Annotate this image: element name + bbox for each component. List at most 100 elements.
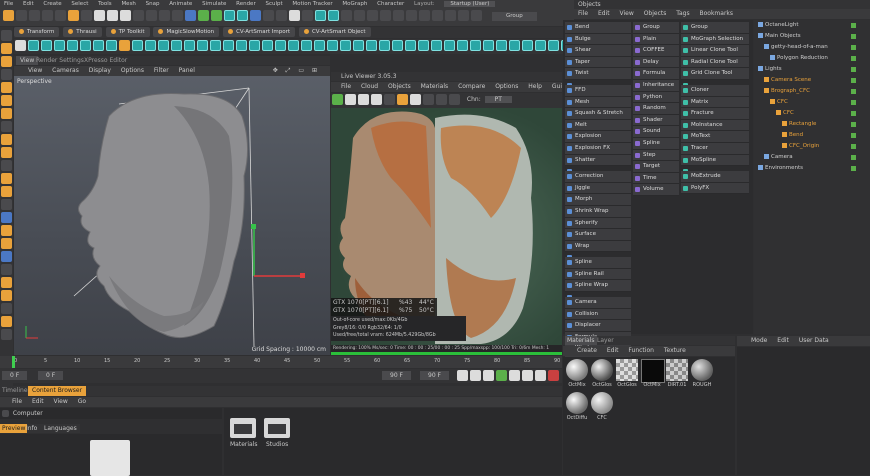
octane-tool-27-icon[interactable] <box>366 40 377 51</box>
make-editable-icon[interactable] <box>1 30 12 41</box>
live-select-icon[interactable] <box>29 10 40 21</box>
octane-tool-39-icon[interactable] <box>522 40 533 51</box>
octane-tool-23-icon[interactable] <box>314 40 325 51</box>
octane-tool-25-icon[interactable] <box>340 40 351 51</box>
viewport-menu-options[interactable]: Options <box>121 67 144 74</box>
deformer-collision[interactable]: Collision <box>565 308 631 321</box>
octane-tool-10-icon[interactable] <box>145 40 156 51</box>
deformer-shatter[interactable]: Shatter <box>565 154 631 167</box>
mograph-polyfx[interactable]: PolyFX <box>681 182 749 195</box>
octane-tool-29-icon[interactable] <box>392 40 403 51</box>
object-tree-item[interactable]: CFC <box>754 97 870 108</box>
tab-render-settings[interactable]: Render Settings <box>36 56 84 65</box>
effector-spline[interactable]: Spline <box>633 137 679 150</box>
effector-volume[interactable]: Volume <box>633 184 679 196</box>
menu-sculpt[interactable]: Sculpt <box>265 1 282 7</box>
frame-end-field[interactable]: 90 F <box>420 371 449 380</box>
smooth-icon[interactable] <box>1 238 12 249</box>
effector-delay[interactable]: Delay <box>633 56 679 69</box>
object-tree-item[interactable]: Brograph_CFC <box>754 86 870 97</box>
visibility-check-icon[interactable] <box>851 144 856 149</box>
octane-tool-8-icon[interactable] <box>119 40 130 51</box>
floor-icon[interactable] <box>263 10 274 21</box>
restart-render-icon[interactable] <box>345 94 356 105</box>
effector-group[interactable]: Group <box>633 22 679 34</box>
polygons-tool-icon[interactable] <box>1 108 12 119</box>
subdivision-icon[interactable] <box>211 10 222 21</box>
lv-menu-compare[interactable]: Compare <box>458 83 485 90</box>
object-tree-item[interactable]: Camera <box>754 152 870 163</box>
material-swatch[interactable] <box>616 359 638 381</box>
deformer-mesh[interactable]: Mesh <box>565 96 631 109</box>
octane-tool-15-icon[interactable] <box>210 40 221 51</box>
deformer-spline[interactable]: Spline <box>565 257 631 269</box>
attr-menu-mode[interactable]: Mode <box>751 337 767 344</box>
material-swatch[interactable] <box>566 392 588 414</box>
menu-tools[interactable]: Tools <box>98 1 112 7</box>
visibility-check-icon[interactable] <box>851 78 856 83</box>
material-swatch[interactable] <box>666 359 688 381</box>
viewport-menu-display[interactable]: Display <box>89 67 111 74</box>
effector-formula[interactable]: Formula <box>633 68 679 80</box>
deformer-spline-wrap[interactable]: Spline Wrap <box>565 280 631 293</box>
mograph-group[interactable]: Group <box>681 22 749 34</box>
deformer-melt[interactable]: Melt <box>565 119 631 132</box>
object-mode-icon[interactable] <box>1 56 12 67</box>
object-tree-item[interactable]: getty-head-of-a-man <box>754 42 870 53</box>
deformer-morph[interactable]: Morph <box>565 194 631 206</box>
menu-snap[interactable]: Snap <box>146 1 160 7</box>
deformer-jiggle[interactable]: Jiggle <box>565 182 631 195</box>
octane-tool-1-icon[interactable] <box>28 40 39 51</box>
octane-tool-38-icon[interactable] <box>509 40 520 51</box>
effector-target[interactable]: Target <box>633 161 679 173</box>
visibility-check-icon[interactable] <box>851 67 856 72</box>
camera-icon[interactable] <box>276 10 287 21</box>
deformer-explosion-fx[interactable]: Explosion FX <box>565 142 631 155</box>
octane-tool-16-icon[interactable] <box>223 40 234 51</box>
effector-step[interactable]: Step <box>633 149 679 162</box>
octane-tool-19-icon[interactable] <box>262 40 273 51</box>
tab-layer[interactable]: Layer <box>597 336 614 345</box>
deformer-surface[interactable]: Surface <box>565 229 631 241</box>
solo-icon[interactable] <box>1 147 12 158</box>
frame-max-field[interactable]: 90 F <box>382 371 411 380</box>
material-swatch[interactable] <box>591 359 613 381</box>
send-scene-icon[interactable] <box>332 94 343 105</box>
pick-focus-icon[interactable] <box>436 94 447 105</box>
cb-menu-edit[interactable]: Edit <box>32 398 44 405</box>
rotate-icon[interactable] <box>68 10 79 21</box>
plugin-tab-cv-artsmart-object[interactable]: CV-ArtSmart Object <box>298 27 371 37</box>
lv-menu-help[interactable]: Help <box>528 83 542 90</box>
deformer-explosion[interactable]: Explosion <box>565 131 631 143</box>
effector-python[interactable]: Python <box>633 91 679 104</box>
octane-tool-4-icon[interactable] <box>67 40 78 51</box>
plugin-tab-thrausi[interactable]: Thrausi <box>63 27 102 37</box>
group-button[interactable]: Group <box>492 12 537 21</box>
guide-icon[interactable] <box>393 10 404 21</box>
deformer-camera[interactable]: Camera <box>565 297 631 309</box>
channel-select[interactable]: PT <box>484 96 512 103</box>
effector-sound[interactable]: Sound <box>633 126 679 138</box>
menu-animate[interactable]: Animate <box>169 1 192 7</box>
octane-tool-30-icon[interactable] <box>405 40 416 51</box>
pinch-icon[interactable] <box>1 264 12 275</box>
plugin-tab-magicslowmotion[interactable]: MagicSlowMotion <box>153 27 220 37</box>
tab-xpresso-editor[interactable]: XPresso Editor <box>84 56 127 65</box>
mograph-linear-clone-tool[interactable]: Linear Clone Tool <box>681 45 749 57</box>
plugin-tab-transform[interactable]: Transform <box>14 27 60 37</box>
scale-icon[interactable] <box>55 10 66 21</box>
octane-tool-6-icon[interactable] <box>93 40 104 51</box>
octane-tool-5-icon[interactable] <box>80 40 91 51</box>
octane-tool-2-icon[interactable] <box>41 40 52 51</box>
tag-icon[interactable] <box>302 10 313 21</box>
object-tree-item[interactable]: Main Objects <box>754 31 870 42</box>
effector-time[interactable]: Time <box>633 172 679 185</box>
snap-toggle-icon[interactable] <box>1 160 12 171</box>
tab-content-browser[interactable]: Content Browser <box>28 386 87 396</box>
x-axis-icon[interactable] <box>94 10 105 21</box>
object-tree-item[interactable]: Bend <box>754 130 870 141</box>
deformer-wrap[interactable]: Wrap <box>565 240 631 253</box>
deformer-bend[interactable]: Bend <box>565 22 631 34</box>
lv-menu-options[interactable]: Options <box>495 83 518 90</box>
texture-mode-icon[interactable] <box>458 10 469 21</box>
